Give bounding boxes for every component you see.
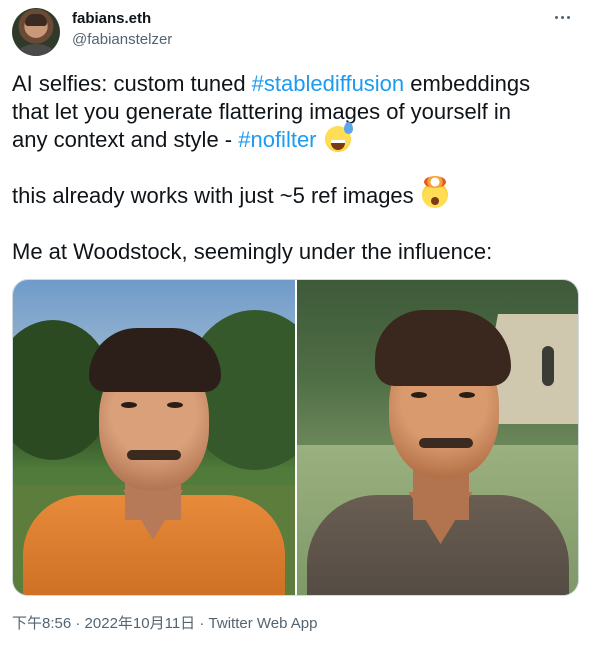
tweet-text-segment: this already works with just ~5 ref imag… — [12, 183, 414, 208]
author-handle[interactable]: @fabianstelzer — [72, 31, 172, 48]
author-display-name[interactable]: fabians.eth — [72, 10, 151, 27]
more-options-icon[interactable] — [547, 6, 577, 28]
tweet-text-segment: embeddings — [404, 71, 531, 96]
tweet-media-grid — [12, 279, 579, 596]
tweet-text: AI selfies: custom tuned #stablediffusio… — [12, 70, 582, 294]
tweet-paragraph-2: this already works with just ~5 ref imag… — [12, 176, 582, 210]
tweet-date-link[interactable]: 2022年10月11日 — [85, 615, 196, 632]
meta-separator: · — [195, 615, 209, 632]
hashtag-nofilter-link[interactable]: #nofilter — [238, 127, 316, 152]
media-image-2[interactable] — [296, 280, 578, 595]
meta-separator: · — [71, 615, 85, 632]
hashtag-stablediffusion-link[interactable]: #stablediffusion — [252, 71, 405, 96]
tweet: fabians.eth @fabianstelzer AI selfies: c… — [0, 0, 593, 647]
exploding-head-emoji-icon — [421, 176, 448, 208]
media-image-1[interactable] — [13, 280, 295, 595]
grinning-face-with-sweat-emoji-icon — [324, 122, 353, 152]
tweet-text-segment: that let you generate flattering images … — [12, 99, 511, 124]
tweet-source-link[interactable]: Twitter Web App — [209, 615, 318, 632]
tweet-text-segment: AI selfies: custom tuned — [12, 71, 252, 96]
tweet-text-segment: Me at Woodstock, seemingly under the inf… — [12, 239, 493, 264]
tweet-text-segment: any context and style - — [12, 127, 239, 152]
tweet-paragraph-1: AI selfies: custom tuned #stablediffusio… — [12, 70, 582, 154]
tweet-meta: 下午8:56 · 2022年10月11日 · Twitter Web App — [12, 612, 317, 633]
tweet-time-link[interactable]: 下午8:56 — [12, 615, 71, 632]
tweet-paragraph-3: Me at Woodstock, seemingly under the inf… — [12, 238, 582, 266]
author-avatar[interactable] — [12, 8, 60, 56]
